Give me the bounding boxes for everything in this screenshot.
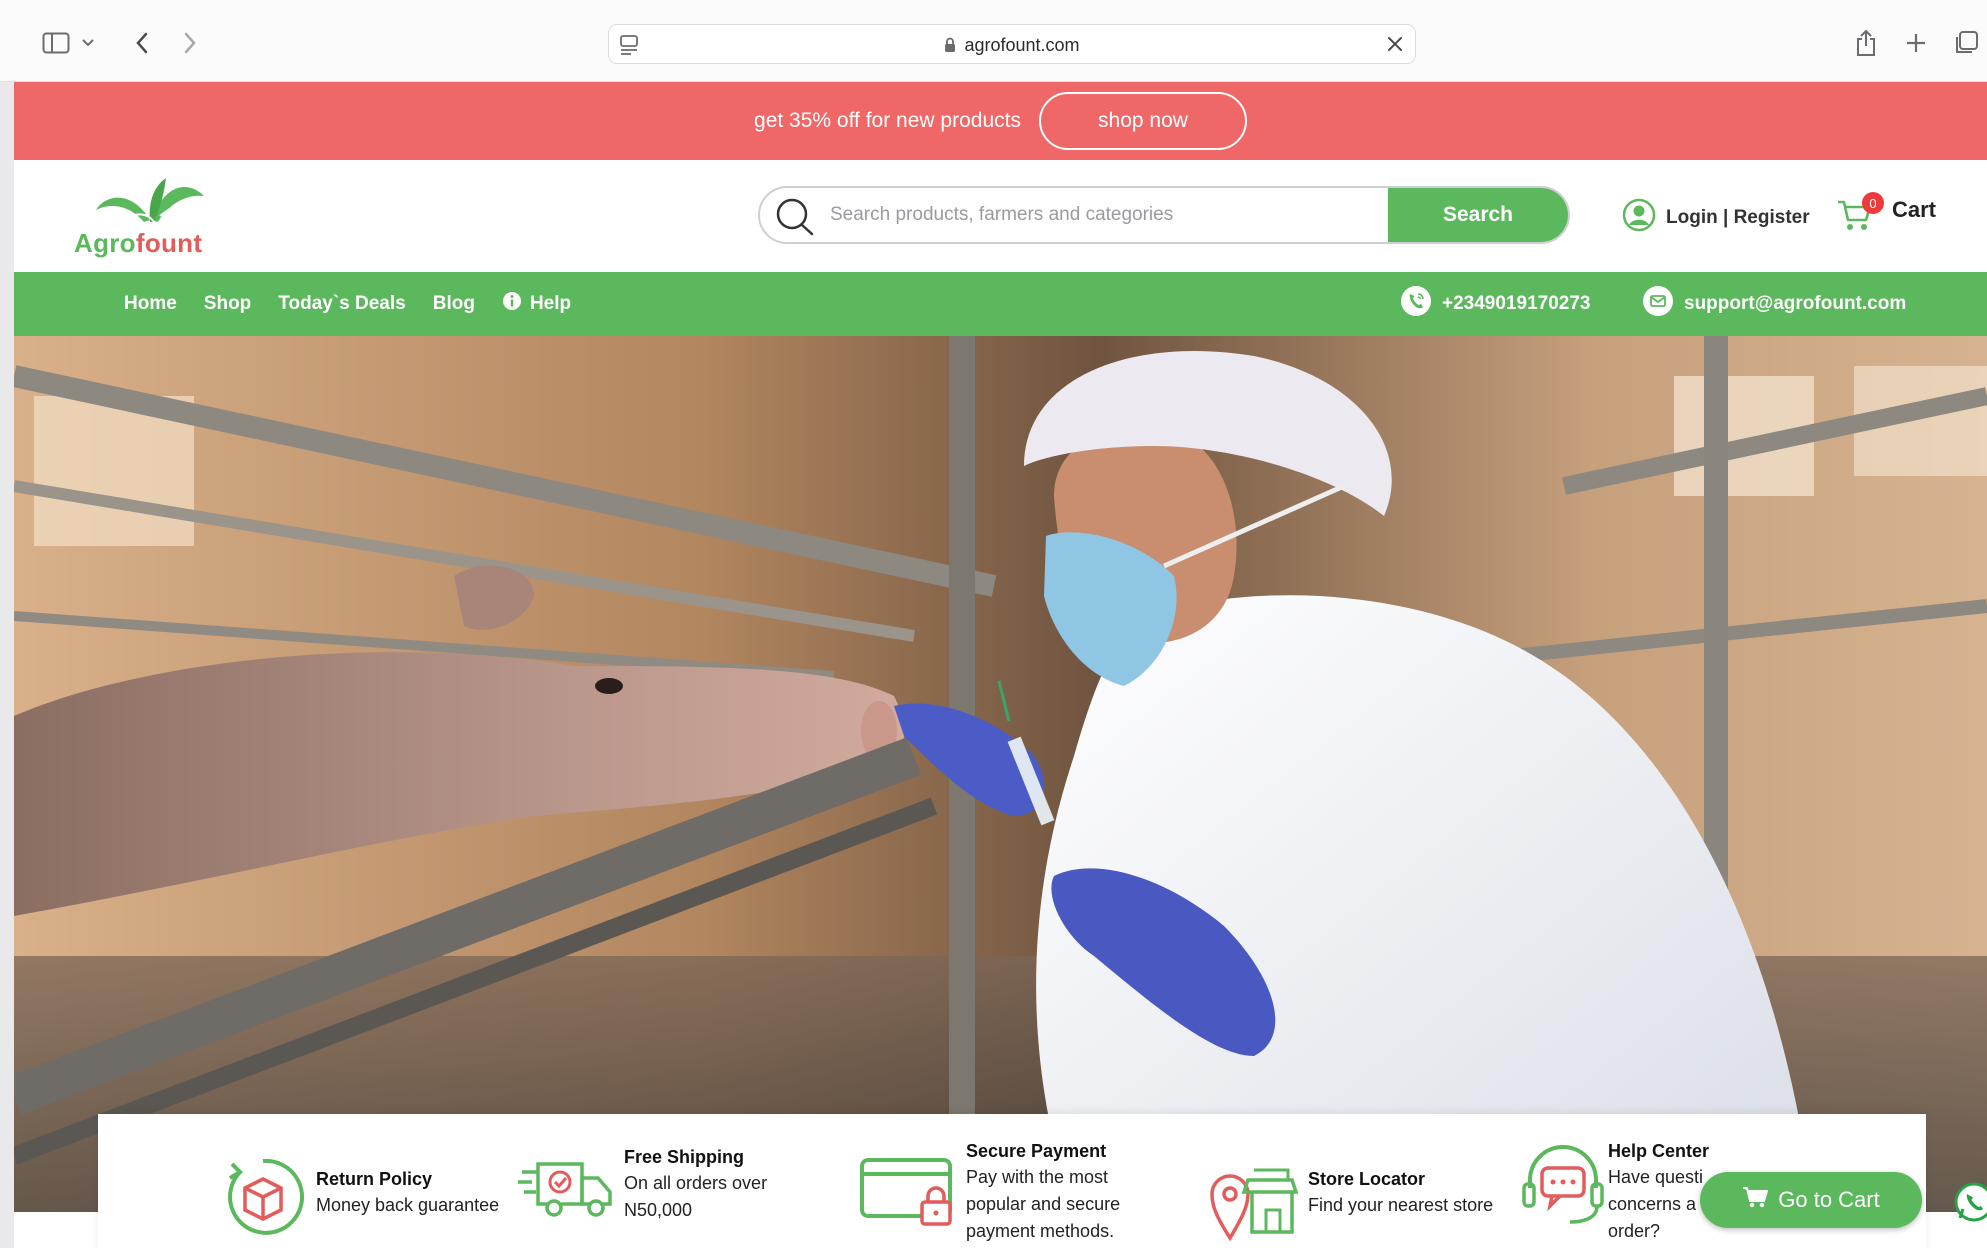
cart-link[interactable]: 0 Cart: [1836, 190, 1946, 240]
search-icon: [774, 196, 818, 241]
nav-help[interactable]: Help: [502, 291, 571, 317]
nav-help-label: Help: [529, 293, 572, 314]
logo-wordmark: Agrofount: [74, 228, 202, 259]
forward-arrow-icon[interactable]: [174, 27, 206, 59]
feature-desc-line: popular and secure: [966, 1194, 1121, 1214]
feature-title: Return Policy: [316, 1169, 433, 1189]
feature-desc-line: N50,000: [624, 1200, 693, 1220]
new-tab-plus-icon[interactable]: [1900, 27, 1932, 59]
feature-title: Help Center: [1608, 1141, 1710, 1161]
feature-title: Store Locator: [1308, 1169, 1426, 1189]
lock-icon: [944, 37, 956, 58]
phone-contact[interactable]: +2349019170273: [1400, 272, 1590, 336]
search-input[interactable]: [830, 188, 1390, 242]
go-to-cart-button[interactable]: Go to Cart: [1700, 1172, 1922, 1228]
leaf-logo-icon: [96, 178, 204, 223]
feature-desc-line: payment methods.: [966, 1221, 1115, 1241]
mail-icon: [1642, 285, 1674, 323]
cart-count-badge: 0: [1862, 192, 1884, 214]
nav-todays-deals[interactable]: Today`s Deals: [278, 293, 405, 315]
feature-desc-line: Have questi: [1608, 1167, 1704, 1187]
features-bar: Return Policy Money back guarantee Free …: [98, 1114, 1926, 1248]
feature-desc: Find your nearest store: [1308, 1195, 1494, 1215]
delivery-truck-icon: [518, 1144, 612, 1234]
user-avatar-icon: [1622, 198, 1656, 237]
login-register-link[interactable]: Login | Register: [1622, 198, 1810, 237]
return-box-icon: [218, 1152, 308, 1242]
feature-title: Secure Payment: [966, 1141, 1107, 1161]
go-to-cart-label: Go to Cart: [1778, 1187, 1880, 1212]
promo-bar: get 35% off for new products shop now: [14, 82, 1987, 160]
shop-now-button[interactable]: shop now: [1038, 92, 1247, 150]
feature-desc-line: concerns a: [1608, 1194, 1697, 1214]
logo-word-fount: fount: [135, 228, 203, 258]
main-nav: Home Shop Today`s Deals Blog Help +23490…: [14, 272, 1987, 336]
feature-desc-line: Pay with the most: [966, 1167, 1109, 1187]
browser-toolbar: agrofount.com: [0, 0, 1987, 82]
search-bar: Search: [758, 186, 1570, 244]
back-arrow-icon[interactable]: [126, 27, 158, 59]
share-icon[interactable]: [1850, 27, 1882, 59]
feature-store-locator: Store Locator Find your nearest store: [1208, 1152, 1493, 1242]
email-contact[interactable]: support@agrofount.com: [1642, 272, 1906, 336]
secure-card-icon: [858, 1138, 952, 1228]
tab-overview-icon[interactable]: [1950, 27, 1982, 59]
store-locator-icon: [1208, 1152, 1299, 1242]
sidebar-toggle-icon[interactable]: [40, 27, 72, 59]
whatsapp-chat-icon[interactable]: [1952, 1180, 1987, 1224]
info-icon: [502, 291, 522, 317]
feature-help-center: Help Center Have questi concerns a order…: [1518, 1138, 1709, 1245]
webpage: get 35% off for new products shop now Ag…: [14, 82, 1987, 1248]
feature-secure-payment: Secure Payment Pay with the most popular…: [858, 1138, 1120, 1245]
url-text: agrofount.com: [964, 35, 1080, 55]
logo-word-agro: Agro: [74, 228, 136, 258]
feature-desc-line: On all orders over: [624, 1173, 768, 1193]
feature-free-shipping: Free Shipping On all orders over N50,000: [518, 1144, 767, 1234]
nav-shop[interactable]: Shop: [204, 293, 252, 315]
feature-return-policy: Return Policy Money back guarantee: [218, 1152, 499, 1242]
hero-slider: [14, 336, 1987, 1212]
nav-home[interactable]: Home: [124, 293, 177, 315]
cart-icon: [1742, 1186, 1769, 1214]
promo-text: get 35% off for new products: [754, 109, 1021, 132]
phone-number: +2349019170273: [1442, 293, 1591, 314]
site-header: Agrofount Search Login | Register 0 Cart: [14, 160, 1987, 272]
close-icon[interactable]: [1385, 34, 1405, 59]
feature-desc-line: order?: [1608, 1221, 1661, 1241]
search-button[interactable]: Search: [1388, 188, 1568, 242]
chevron-down-icon[interactable]: [78, 27, 98, 59]
feature-title: Free Shipping: [624, 1147, 745, 1167]
cart-label: Cart: [1892, 197, 1937, 222]
feature-desc: Money back guarantee: [316, 1195, 500, 1215]
chat-headset-icon: [1518, 1138, 1608, 1228]
phone-icon: [1400, 285, 1432, 323]
hero-image: [14, 336, 1987, 1212]
login-register-label: Login | Register: [1666, 206, 1810, 228]
agrofount-logo[interactable]: Agrofount: [74, 176, 224, 260]
email-address: support@agrofount.com: [1684, 293, 1907, 314]
nav-blog[interactable]: Blog: [433, 293, 475, 315]
address-bar[interactable]: agrofount.com: [608, 24, 1416, 64]
